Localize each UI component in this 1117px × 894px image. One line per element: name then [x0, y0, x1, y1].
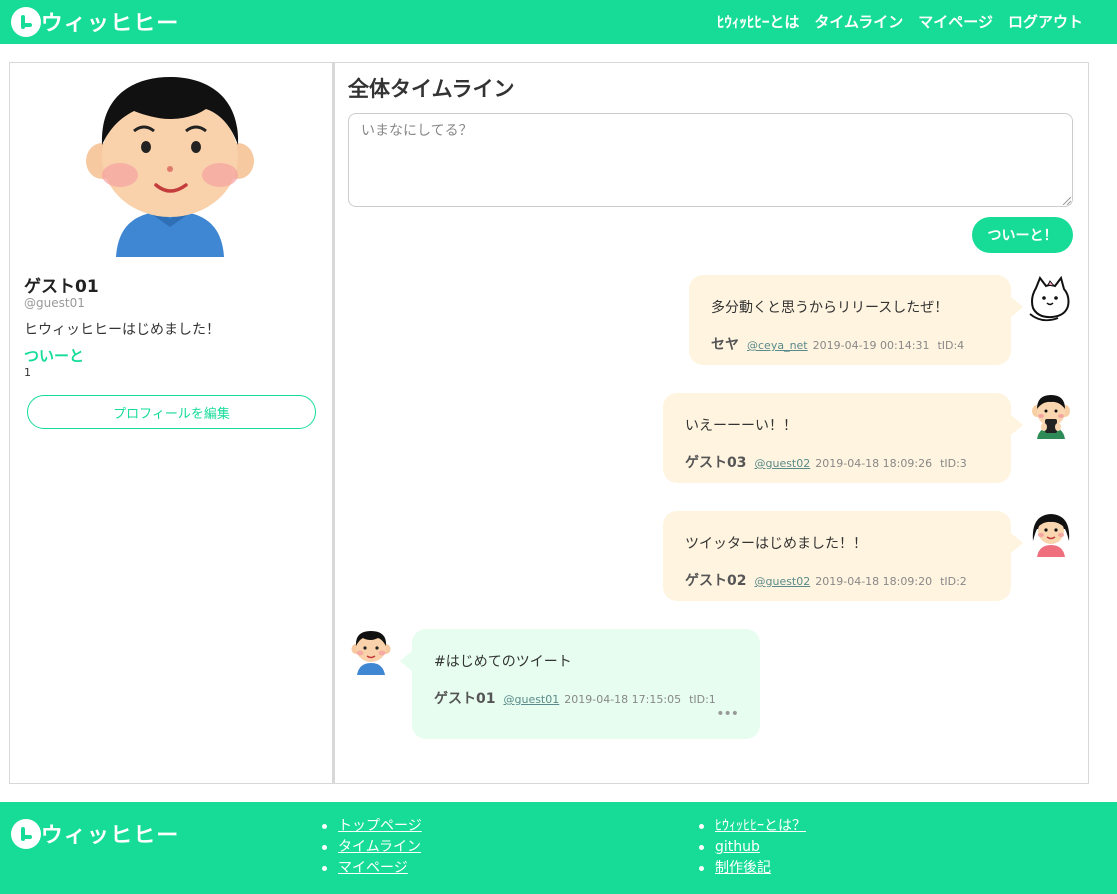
tweet-handle-link[interactable]: @guest02: [754, 457, 810, 470]
footer-link-postmortem[interactable]: 制作後記: [715, 860, 771, 876]
footer-link-about[interactable]: ﾋｳｨｯﾋﾋｰとは？: [715, 818, 806, 834]
header: ウィッヒヒー ﾋｳｨｯﾋﾋｰとは タイムライン マイページ ログアウト: [0, 0, 1117, 44]
tweet-item: いえーーーい！！ ゲスト03 @guest02 2019-04-18 18:09…: [663, 393, 1023, 483]
profile-name: ゲスト01: [24, 277, 99, 297]
profile-panel: ゲスト01 @guest01 ヒウィッヒヒーはじめました！ ついーと 1 プロフ…: [9, 62, 333, 784]
profile-tweet-count: 1: [24, 366, 31, 379]
girl-smartphone-avatar-icon[interactable]: [1029, 393, 1073, 443]
page-title: 全体タイムライン: [348, 77, 515, 101]
logo-text: ウィッヒヒー: [40, 823, 180, 847]
tweet-meta: ゲスト02 @guest02 2019-04-18 18:09:20 tID:2: [685, 570, 989, 590]
tweet-text: いえーーーい！！: [685, 418, 797, 434]
footer: ウィッヒヒー トップページ タイムライン マイページ ﾋｳｨｯﾋﾋｰとは？ gi…: [0, 802, 1117, 894]
tweet-item: ツイッターはじめました！！ ゲスト02 @guest02 2019-04-18 …: [663, 511, 1023, 601]
list-item: ﾋｳｨｯﾋﾋｰとは？: [697, 816, 806, 837]
footer-link-top[interactable]: トップページ: [338, 818, 422, 834]
tweet-author: ゲスト02: [685, 573, 747, 589]
footer-links-about: ﾋｳｨｯﾋﾋｰとは？ github 制作後記: [697, 816, 806, 879]
tweet-date: 2019-04-18 18:09:20: [815, 575, 933, 588]
profile-tweets-link[interactable]: ついーと: [24, 345, 84, 366]
nav-mypage[interactable]: マイページ: [918, 11, 993, 32]
boy-avatar-icon: [84, 75, 256, 263]
tweet-author: ゲスト01: [434, 691, 496, 707]
tweet-handle-link[interactable]: @guest02: [754, 575, 810, 588]
tweet-id: tID:3: [940, 457, 967, 470]
list-item: タイムライン: [320, 837, 422, 858]
tweet-date: 2019-04-19 00:14:31: [812, 339, 930, 352]
more-options-icon[interactable]: •••: [716, 707, 739, 721]
list-item: github: [697, 837, 806, 858]
tweet-date: 2019-04-18 17:15:05: [564, 693, 682, 706]
nav-about[interactable]: ﾋｳｨｯﾋﾋｰとは: [717, 11, 800, 32]
footer-links-main: トップページ タイムライン マイページ: [320, 816, 422, 879]
logo-mark-icon: [11, 7, 41, 37]
profile-handle: @guest01: [24, 296, 85, 310]
footer-link-github[interactable]: github: [715, 839, 760, 855]
tweet-meta: ゲスト03 @guest02 2019-04-18 18:09:26 tID:3: [685, 452, 989, 472]
tweet-meta: ゲスト01 @guest01 2019-04-18 17:15:05 tID:1: [434, 688, 738, 708]
footer-link-timeline[interactable]: タイムライン: [338, 839, 421, 855]
tweet-handle-link[interactable]: @ceya_net: [747, 339, 808, 352]
logo-mark-icon: [11, 819, 41, 849]
resize-grip-icon[interactable]: [1061, 195, 1071, 205]
tweet-id: tID:2: [940, 575, 967, 588]
tweet-author: ゲスト03: [685, 455, 747, 471]
footer-link-mypage[interactable]: マイページ: [338, 860, 408, 876]
tweet-id: tID:4: [937, 339, 965, 352]
header-logo[interactable]: ウィッヒヒー: [11, 7, 178, 37]
girl-avatar-icon[interactable]: [1029, 511, 1073, 561]
nav-logout[interactable]: ログアウト: [1008, 11, 1083, 32]
post-tweet-button[interactable]: ついーと！: [972, 217, 1073, 253]
list-item: トップページ: [320, 816, 422, 837]
list-item: 制作後記: [697, 858, 806, 879]
tweet-text: #はじめてのツイート: [434, 654, 572, 670]
tweet-meta: セヤ @ceya_net 2019-04-19 00:14:31 tID:4: [711, 334, 989, 354]
tweet-handle-link[interactable]: @guest01: [503, 693, 559, 706]
cat-doodle-icon[interactable]: [1028, 275, 1072, 326]
list-item: マイページ: [320, 858, 422, 879]
header-nav: ﾋｳｨｯﾋﾋｰとは タイムライン マイページ ログアウト: [717, 11, 1083, 32]
tweet-text: 多分動くと思うからリリースしたぜ！: [711, 300, 949, 316]
tweet-id: tID:1: [689, 693, 716, 706]
tweet-text: ツイッターはじめました！！: [685, 536, 867, 552]
boy-avatar-icon[interactable]: [349, 629, 393, 679]
tweet-item: #はじめてのツイート ゲスト01 @guest01 2019-04-18 17:…: [400, 629, 760, 739]
edit-profile-button[interactable]: プロフィールを編集: [27, 395, 316, 429]
footer-logo[interactable]: ウィッヒヒー: [11, 819, 178, 849]
tweet-date: 2019-04-18 18:09:26: [815, 457, 933, 470]
timeline-panel: 全体タイムライン ついーと！ 多分動くと思うからリリースしたぜ！ セヤ @cey…: [333, 62, 1089, 784]
profile-bio: ヒウィッヒヒーはじめました！: [24, 322, 220, 338]
nav-timeline[interactable]: タイムライン: [814, 11, 903, 32]
tweet-input[interactable]: [348, 113, 1073, 207]
logo-text: ウィッヒヒー: [40, 11, 180, 35]
tweet-item: 多分動くと思うからリリースしたぜ！ セヤ @ceya_net 2019-04-1…: [689, 275, 1023, 365]
tweet-author: セヤ: [711, 337, 739, 353]
